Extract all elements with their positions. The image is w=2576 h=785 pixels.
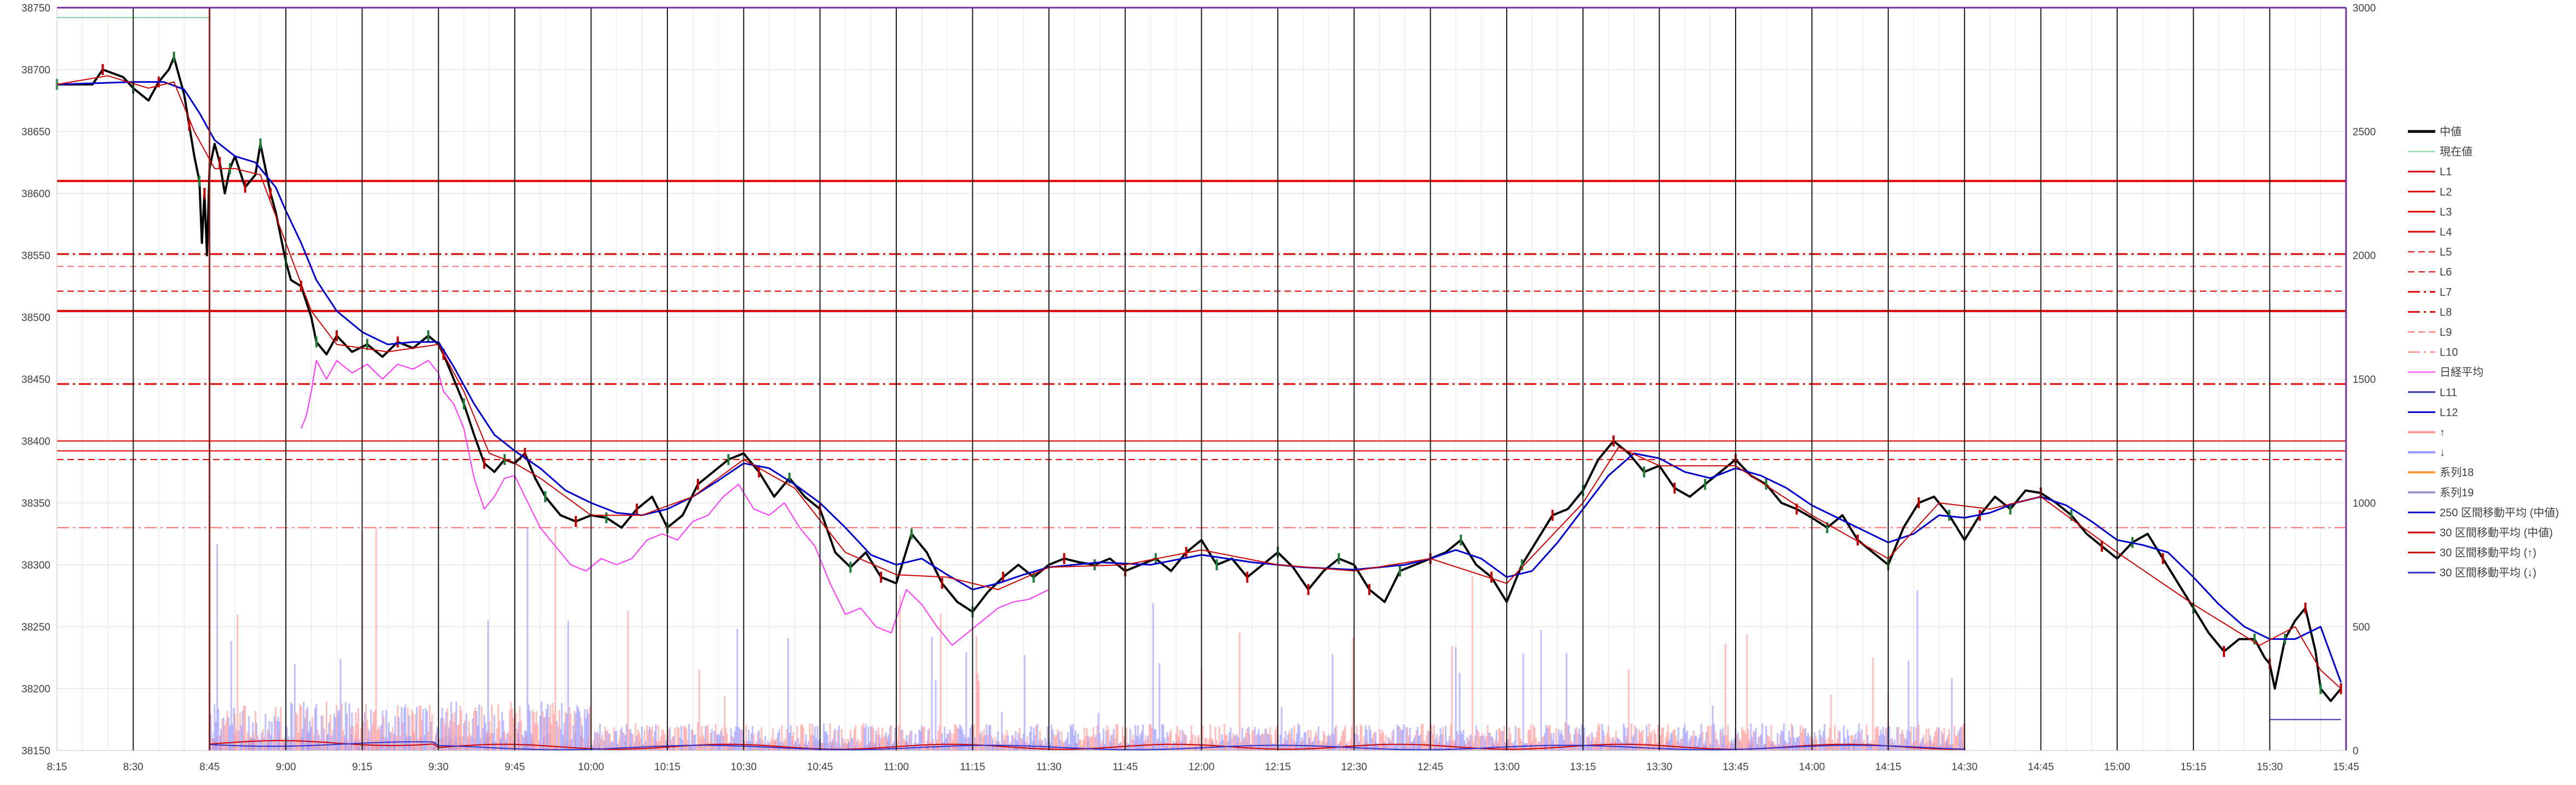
x-tick-label: 8:30 xyxy=(123,761,143,773)
x-tick-label: 10:00 xyxy=(578,761,604,773)
legend-label: L1 xyxy=(2440,166,2452,178)
y-left-tick-label: 38450 xyxy=(21,374,50,386)
x-tick-label: 13:00 xyxy=(1494,761,1520,773)
y-left-tick-label: 38500 xyxy=(21,312,50,324)
legend-label: 30 区間移動平均 (↓) xyxy=(2440,566,2537,579)
x-tick-label: 12:00 xyxy=(1189,761,1215,773)
x-tick-label: 14:45 xyxy=(2028,761,2054,773)
y-right-tick-label: 500 xyxy=(2353,622,2370,633)
y-left-tick-label: 38550 xyxy=(21,250,50,262)
legend-label: 現在値 xyxy=(2440,146,2473,158)
chart-container: 38150 38200 38250 38300 38350 38400 38450 38500… xyxy=(0,0,2576,782)
x-tick-label: 15:00 xyxy=(2104,761,2130,773)
legend-label: L6 xyxy=(2440,266,2452,278)
y-left-tick-label: 38250 xyxy=(21,622,50,633)
legend-label: L12 xyxy=(2440,406,2458,419)
legend-label: L8 xyxy=(2440,306,2452,318)
legend-label: 系列18 xyxy=(2440,466,2474,479)
x-tick-label: 8:45 xyxy=(199,761,220,773)
y-right-tick-label: 1500 xyxy=(2353,374,2376,386)
legend-label: 30 区間移動平均 (中値) xyxy=(2440,526,2553,539)
x-tick-label: 10:45 xyxy=(807,761,833,773)
legend-label: L2 xyxy=(2440,186,2452,198)
y-right-tick-label: 2500 xyxy=(2353,127,2376,138)
y-right-tick-label: 2000 xyxy=(2353,250,2376,262)
x-tick-label: 9:30 xyxy=(428,761,448,773)
legend-label: L3 xyxy=(2440,206,2452,218)
y-right-tick-label: 1000 xyxy=(2353,498,2376,509)
x-tick-label: 8:15 xyxy=(47,761,67,773)
y-right-tick-label: 3000 xyxy=(2353,3,2376,14)
y-left-tick-label: 38150 xyxy=(21,746,50,757)
x-tick-label: 14:15 xyxy=(1875,761,1901,773)
x-tick-label: 14:30 xyxy=(1951,761,1978,773)
legend-label: ↓ xyxy=(2440,447,2445,459)
x-tick-label: 10:15 xyxy=(654,761,681,773)
legend-label: 日経平均 xyxy=(2440,366,2483,379)
legend-label: L4 xyxy=(2440,226,2452,238)
legend-label: ↑ xyxy=(2440,427,2445,439)
x-tick-label: 13:30 xyxy=(1646,761,1673,773)
y-left-tick-label: 38350 xyxy=(21,498,50,509)
legend-label: L7 xyxy=(2440,287,2452,299)
legend-label: L11 xyxy=(2440,387,2457,399)
x-tick-label: 9:00 xyxy=(276,761,296,773)
x-tick-label: 9:15 xyxy=(352,761,372,773)
x-tick-label: 10:30 xyxy=(731,761,757,773)
x-tick-label: 12:45 xyxy=(1417,761,1444,773)
y-left-tick-label: 38600 xyxy=(21,188,50,200)
x-tick-label: 12:30 xyxy=(1341,761,1367,773)
x-tick-label: 14:00 xyxy=(1799,761,1825,773)
y-left-tick-label: 38700 xyxy=(21,65,50,76)
x-tick-label: 12:15 xyxy=(1265,761,1291,773)
x-tick-label: 15:45 xyxy=(2333,761,2359,773)
y-left-tick-label: 38400 xyxy=(21,436,50,448)
x-tick-label: 11:30 xyxy=(1036,761,1062,773)
legend-label: 中値 xyxy=(2440,125,2462,138)
x-tick-label: 15:15 xyxy=(2180,761,2206,773)
legend-label: L10 xyxy=(2440,347,2458,359)
legend-label: L5 xyxy=(2440,247,2452,259)
intraday-price-chart: 38150 38200 38250 38300 38350 38400 38450 38500… xyxy=(0,0,2576,782)
y-left-tick-label: 38750 xyxy=(21,3,50,14)
x-tick-label: 11:15 xyxy=(960,761,985,773)
x-tick-label: 13:45 xyxy=(1722,761,1749,773)
y-left-tick-label: 38650 xyxy=(21,127,50,138)
x-tick-label: 11:00 xyxy=(884,761,909,773)
x-tick-label: 15:30 xyxy=(2257,761,2283,773)
x-tick-label: 13:15 xyxy=(1570,761,1597,773)
legend-label: 250 区間移動平均 (中値) xyxy=(2440,506,2559,519)
y-left-tick-label: 38200 xyxy=(21,684,50,695)
x-tick-label: 11:45 xyxy=(1113,761,1138,773)
x-tick-label: 9:45 xyxy=(505,761,525,773)
y-right-tick-label: 0 xyxy=(2353,746,2359,757)
y-left-tick-label: 38300 xyxy=(21,560,50,571)
legend-label: 30 区間移動平均 (↑) xyxy=(2440,547,2537,559)
legend-label: L9 xyxy=(2440,326,2452,339)
legend-label: 系列19 xyxy=(2440,486,2474,499)
